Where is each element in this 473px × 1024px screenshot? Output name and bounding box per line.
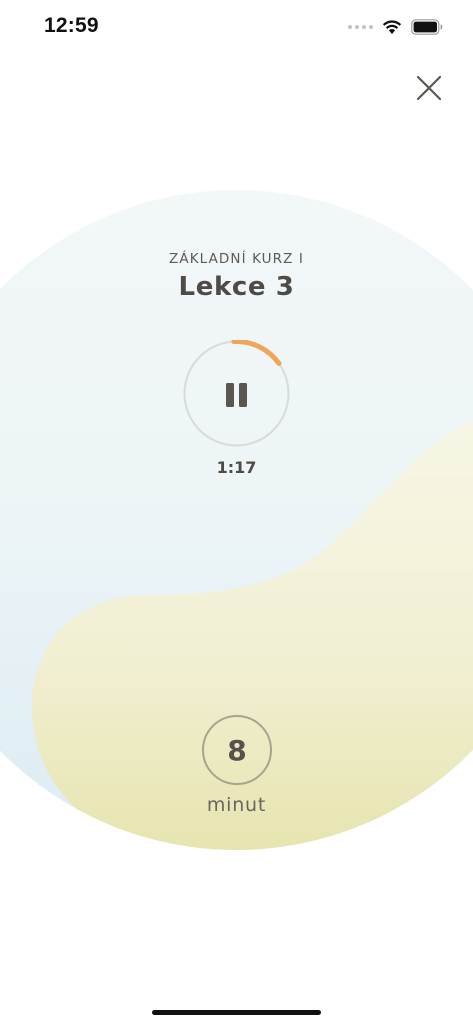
meditation-player-screen: 12:59 ZÁKLADNÍ KURZ I Lekce 3 1:17 8 min… (0, 0, 473, 1024)
home-indicator (152, 1010, 321, 1015)
status-bar: 12:59 (0, 0, 473, 54)
battery-icon (411, 19, 443, 35)
close-button[interactable] (411, 70, 447, 106)
pause-icon (226, 383, 247, 407)
progress-ring (183, 339, 290, 447)
play-pause-button[interactable] (183, 339, 290, 447)
duration-value: 8 (227, 733, 247, 767)
signal-dots-icon (348, 25, 373, 29)
status-icons (348, 16, 443, 38)
close-icon (416, 75, 442, 101)
status-time: 12:59 (44, 14, 99, 37)
progress-arc (231, 339, 282, 366)
course-label: ZÁKLADNÍ KURZ I (169, 251, 304, 267)
duration-badge: 8 (202, 715, 272, 785)
lesson-title: Lekce 3 (178, 272, 295, 302)
backdrop-illustration (0, 190, 473, 850)
duration-unit: minut (206, 794, 267, 816)
elapsed-time: 1:17 (216, 458, 257, 477)
wifi-icon (382, 20, 402, 34)
